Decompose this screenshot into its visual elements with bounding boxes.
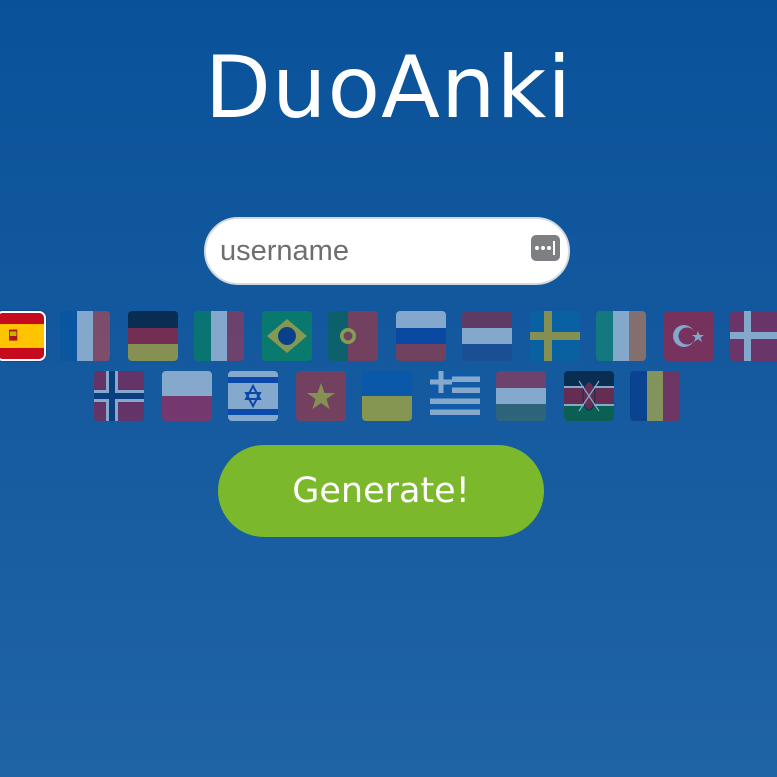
flag-romanian[interactable] xyxy=(630,371,680,421)
flag-spanish[interactable] xyxy=(0,311,46,361)
flag-hungarian[interactable] xyxy=(496,371,546,421)
flag-greek[interactable] xyxy=(430,371,480,421)
generate-button[interactable]: Generate! xyxy=(218,445,544,537)
flag-irish[interactable] xyxy=(596,311,646,361)
flag-norwegian[interactable] xyxy=(94,371,144,421)
flag-swedish[interactable] xyxy=(530,311,580,361)
flag-portuguese-brazil[interactable] xyxy=(262,311,312,361)
flag-polish[interactable] xyxy=(162,371,212,421)
app-title: DuoAnki xyxy=(204,38,573,138)
flag-turkish[interactable] xyxy=(664,311,714,361)
flag-italian[interactable] xyxy=(194,311,244,361)
flag-german[interactable] xyxy=(128,311,178,361)
flag-hebrew[interactable] xyxy=(228,371,278,421)
password-dots-icon[interactable] xyxy=(531,235,560,261)
username-input[interactable] xyxy=(220,231,520,271)
flag-russian[interactable] xyxy=(396,311,446,361)
flag-swahili[interactable] xyxy=(564,371,614,421)
flag-ukrainian[interactable] xyxy=(362,371,412,421)
flag-vietnamese[interactable] xyxy=(296,371,346,421)
username-field-wrapper[interactable] xyxy=(204,217,570,285)
flag-french[interactable] xyxy=(60,311,110,361)
flag-dutch[interactable] xyxy=(462,311,512,361)
flag-portuguese[interactable] xyxy=(328,311,378,361)
flag-danish[interactable] xyxy=(730,311,777,361)
